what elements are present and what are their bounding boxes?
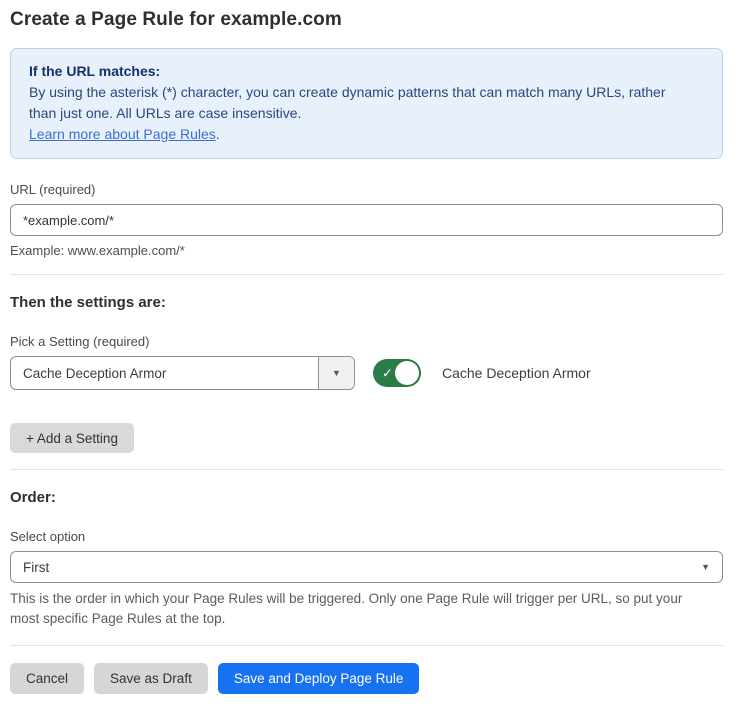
url-field-label: URL (required) — [10, 182, 723, 197]
toggle-knob — [395, 361, 419, 385]
learn-more-link[interactable]: Learn more about Page Rules — [29, 126, 216, 142]
info-box-heading: If the URL matches: — [29, 61, 704, 82]
order-help-text: This is the order in which your Page Rul… — [10, 589, 715, 629]
info-box-link-line: Learn more about Page Rules. — [29, 124, 704, 145]
order-select[interactable]: First ▼ — [10, 551, 723, 583]
setting-select-value: Cache Deception Armor — [11, 357, 318, 389]
pick-setting-label: Pick a Setting (required) — [10, 334, 723, 349]
url-example-text: Example: www.example.com/* — [10, 243, 723, 258]
page-title: Create a Page Rule for example.com — [10, 9, 723, 31]
divider-settings — [10, 274, 723, 275]
order-select-value: First — [23, 560, 49, 575]
setting-row: Cache Deception Armor ▼ ✓ Cache Deceptio… — [10, 356, 723, 390]
toggle-label: Cache Deception Armor — [442, 365, 591, 381]
setting-select-arrow-segment[interactable]: ▼ — [318, 357, 354, 389]
add-setting-button[interactable]: + Add a Setting — [10, 423, 134, 453]
info-box-body: By using the asterisk (*) character, you… — [29, 82, 689, 124]
url-match-info-box: If the URL matches: By using the asteris… — [10, 48, 723, 159]
divider-footer — [10, 645, 723, 646]
order-select-label: Select option — [10, 529, 723, 544]
divider-order — [10, 469, 723, 470]
link-period: . — [216, 126, 220, 142]
chevron-down-icon: ▼ — [332, 368, 341, 378]
url-input[interactable] — [10, 204, 723, 236]
page-rule-form: Create a Page Rule for example.com If th… — [0, 0, 750, 712]
setting-select[interactable]: Cache Deception Armor ▼ — [10, 356, 355, 390]
chevron-down-icon: ▼ — [701, 562, 710, 572]
cache-deception-armor-toggle[interactable]: ✓ — [373, 359, 421, 387]
order-section-heading: Order: — [10, 489, 723, 506]
check-icon: ✓ — [382, 367, 393, 380]
settings-section-heading: Then the settings are: — [10, 294, 723, 311]
